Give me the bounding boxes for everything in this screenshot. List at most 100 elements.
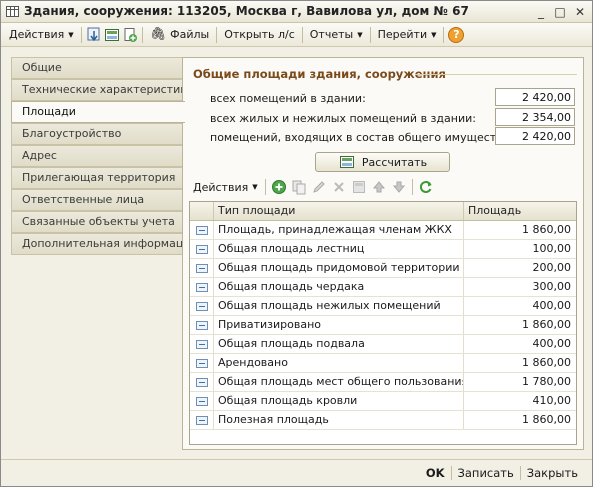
area-value-cell[interactable]: 1 860,00 [464,221,575,239]
close-button[interactable]: Закрыть [521,466,584,480]
area-value-cell[interactable]: 1 860,00 [464,411,575,429]
tab-general[interactable]: Общие [11,57,183,79]
common-property-label: помещений, входящих в состав общего имущ… [210,131,514,144]
table-row[interactable]: Общая площадь чердака 300,00 [190,278,576,297]
move-up-icon[interactable] [369,178,389,196]
row-record-icon [195,396,208,406]
column-header-area[interactable]: Площадь [464,202,575,220]
move-down-icon[interactable] [389,178,409,196]
row-marker-cell [190,240,214,258]
area-type-cell[interactable]: Общая площадь чердака [214,278,464,296]
close-window-button[interactable]: ✕ [572,4,588,19]
row-record-icon [195,225,208,235]
area-type-cell[interactable]: Арендовано [214,354,464,372]
area-type-cell[interactable]: Общая площадь нежилых помещений [214,297,464,315]
tab-adjacent-territory[interactable]: Прилегающая территория [11,167,183,189]
area-type-cell[interactable]: Общая площадь подвала [214,335,464,353]
toolbar-separator [80,26,82,43]
table-row[interactable]: Приватизировано 1 860,00 [190,316,576,335]
row-record-icon [195,358,208,368]
actions-menu[interactable]: Действия ▼ [5,25,78,45]
tab-address[interactable]: Адрес [11,145,183,167]
copy-row-icon[interactable] [289,178,309,196]
window-title: Здания, сооружения: 113205, Москва г, Ва… [24,4,469,18]
row-record-icon [195,301,208,311]
document-window: Здания, сооружения: 113205, Москва г, Ва… [0,0,593,487]
table-row[interactable]: Общая площадь нежилых помещений 400,00 [190,297,576,316]
tab-additional-info[interactable]: Дополнительная информация [11,233,183,255]
area-type-cell[interactable]: Площадь, принадлежащая членам ЖКХ [214,221,464,239]
area-value-cell[interactable]: 1 860,00 [464,316,575,334]
area-types-table[interactable]: Тип площади Площадь Площадь, принадлежащ… [189,201,577,445]
table-row[interactable]: Общая площадь лестниц 100,00 [190,240,576,259]
save-button[interactable]: Записать [452,466,520,480]
area-type-cell[interactable]: Приватизировано [214,316,464,334]
total-rooms-label: всех помещений в здании: [210,92,366,105]
area-value-cell[interactable]: 200,00 [464,259,575,277]
record-down-icon[interactable] [85,26,103,44]
help-button[interactable]: ? [447,26,465,44]
area-type-cell[interactable]: Общая площадь мест общего пользования [214,373,464,391]
tab-responsible-persons[interactable]: Ответственные лица [11,189,183,211]
row-record-icon [195,415,208,425]
table-body: Площадь, принадлежащая членам ЖКХ 1 860,0… [190,221,576,430]
add-row-icon[interactable] [269,178,289,196]
actions-menu-label: Действия [9,28,65,41]
area-value-cell[interactable]: 400,00 [464,335,575,353]
table-row[interactable]: Арендовано 1 860,00 [190,354,576,373]
column-header-area-type[interactable]: Тип площади [214,202,464,220]
area-value-cell[interactable]: 400,00 [464,297,575,315]
calculate-button[interactable]: Рассчитать [315,152,450,172]
edit-icon[interactable] [309,178,329,196]
tab-technical-characteristics[interactable]: Технические характеристики [11,79,183,101]
chevron-down-icon: ▼ [357,30,363,39]
add-document-icon[interactable] [121,26,139,44]
files-button[interactable]: 🖇 Файлы [146,25,214,45]
residential-nonresidential-field[interactable] [495,108,575,126]
total-rooms-field[interactable] [495,88,575,106]
row-record-icon [195,244,208,254]
toolbar-separator [443,26,445,43]
area-value-cell[interactable]: 410,00 [464,392,575,410]
header-icon-column [190,202,214,220]
end-edit-icon[interactable] [349,178,369,196]
open-account-button[interactable]: Открыть л/с [220,25,299,45]
delete-icon[interactable] [329,178,349,196]
minimize-button[interactable]: _ [533,4,549,19]
common-property-field[interactable] [495,127,575,145]
toolbar-separator [301,26,303,43]
row-marker-cell [190,335,214,353]
area-type-cell[interactable]: Общая площадь лестниц [214,240,464,258]
refresh-icon[interactable] [416,178,436,196]
table-row[interactable]: Площадь, принадлежащая членам ЖКХ 1 860,0… [190,221,576,240]
main-toolbar: Действия ▼ 🖇 Файлы Открыть л/с Отчеты ▼ … [1,23,592,47]
table-actions-menu[interactable]: Действия ▼ [189,177,262,197]
table-row[interactable]: Полезная площадь 1 860,00 [190,411,576,430]
table-toolbar: Действия ▼ [189,176,436,198]
row-record-icon [195,263,208,273]
area-type-cell[interactable]: Общая площадь кровли [214,392,464,410]
areas-group-title: Общие площади здания, сооружения [193,67,446,81]
table-row[interactable]: Общая площадь кровли 410,00 [190,392,576,411]
area-value-cell[interactable]: 300,00 [464,278,575,296]
area-value-cell[interactable]: 1 780,00 [464,373,575,391]
reports-menu[interactable]: Отчеты ▼ [306,25,367,45]
table-icon [6,6,19,17]
area-type-cell[interactable]: Полезная площадь [214,411,464,429]
maximize-button[interactable]: □ [552,4,568,19]
area-value-cell[interactable]: 1 860,00 [464,354,575,372]
ok-button[interactable]: OK [420,466,451,480]
chevron-down-icon: ▼ [431,30,437,39]
row-marker-cell [190,354,214,372]
table-row[interactable]: Общая площадь придомовой территории 200,0… [190,259,576,278]
tab-improvement[interactable]: Благоустройство [11,123,183,145]
table-row[interactable]: Общая площадь мест общего пользования 1 7… [190,373,576,392]
area-value-cell[interactable]: 100,00 [464,240,575,258]
tab-areas[interactable]: Площади [11,101,185,123]
goto-menu[interactable]: Перейти ▼ [374,25,441,45]
structure-icon[interactable] [103,26,121,44]
area-type-cell[interactable]: Общая площадь придомовой территории [214,259,464,277]
row-marker-cell [190,297,214,315]
tab-related-objects[interactable]: Связанные объекты учета [11,211,183,233]
table-row[interactable]: Общая площадь подвала 400,00 [190,335,576,354]
